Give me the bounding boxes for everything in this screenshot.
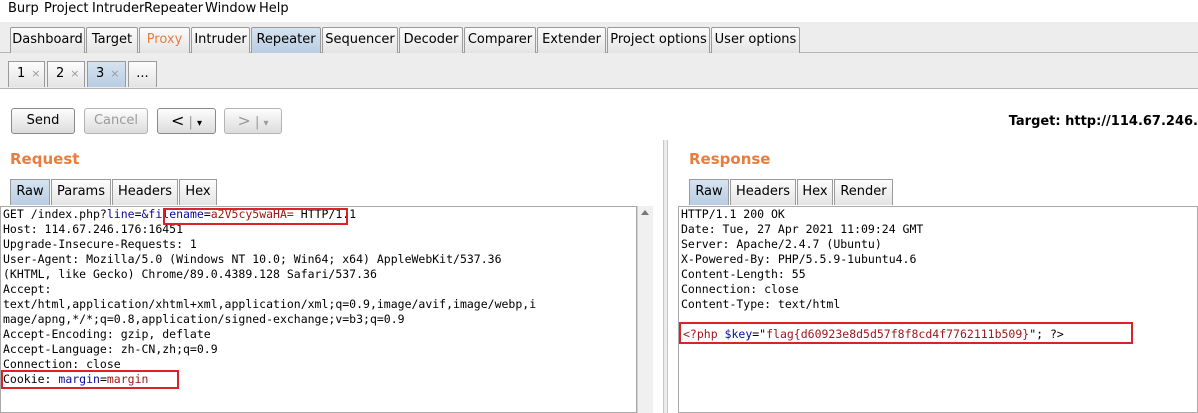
request-tab-headers[interactable]: Headers <box>112 179 178 205</box>
tab-project-options[interactable]: Project options <box>607 27 710 53</box>
dropdown-icon: ▾ <box>197 118 203 129</box>
split-pane-divider[interactable] <box>663 140 668 413</box>
cancel-button[interactable]: Cancel <box>84 108 148 134</box>
repeater-tab-2[interactable]: 2 × <box>47 61 85 87</box>
new-repeater-tab[interactable]: ... <box>128 61 157 87</box>
send-button[interactable]: Send <box>11 108 75 134</box>
tab-intruder[interactable]: Intruder <box>191 27 250 53</box>
response-tab-raw[interactable]: Raw <box>689 179 729 205</box>
response-tab-headers[interactable]: Headers <box>730 179 796 205</box>
repeater-tab-label: 1 <box>17 66 26 81</box>
tab-extender[interactable]: Extender <box>537 27 606 53</box>
forward-button[interactable]: > | ▾ <box>224 108 282 134</box>
repeater-tab-3[interactable]: 3 × <box>87 61 126 87</box>
menu-burp[interactable]: Burp <box>8 1 39 16</box>
cookie-highlight-box <box>1 370 179 389</box>
response-tab-hex[interactable]: Hex <box>797 179 833 205</box>
repeater-tab-bar <box>0 53 1198 89</box>
tab-comparer[interactable]: Comparer <box>464 27 536 53</box>
tab-proxy[interactable]: Proxy <box>139 27 190 53</box>
menu-window[interactable]: Window <box>205 1 256 16</box>
tab-dashboard[interactable]: Dashboard <box>10 27 85 53</box>
repeater-tab-label: 2 <box>56 66 65 81</box>
repeater-tab-1[interactable]: 1 × <box>8 61 45 87</box>
filename-highlight-box <box>163 208 348 225</box>
repeater-tab-label: 3 <box>96 66 105 81</box>
request-header-line: Accept: <box>3 282 52 296</box>
menu-bar: Burp Project Intruder Repeater Window He… <box>0 0 1198 20</box>
menu-project[interactable]: Project <box>44 1 88 16</box>
request-tab-raw[interactable]: Raw <box>10 179 50 205</box>
tab-decoder[interactable]: Decoder <box>399 27 463 53</box>
chevron-left-icon: < <box>170 111 185 130</box>
response-header-line: Content-Length: 55 <box>681 267 806 281</box>
back-button[interactable]: < | ▾ <box>157 108 216 134</box>
request-tab-params[interactable]: Params <box>51 179 111 205</box>
response-header-line: HTTP/1.1 200 OK <box>681 207 785 221</box>
response-header-line: Content-Type: text/html <box>681 297 841 311</box>
tab-sequencer[interactable]: Sequencer <box>322 27 398 53</box>
response-header-line: X-Powered-By: PHP/5.5.9-1ubuntu4.6 <box>681 252 917 266</box>
request-header-line: Accept-Encoding: gzip, deflate <box>3 327 211 341</box>
flag-highlight-box <box>679 322 1133 344</box>
menu-help[interactable]: Help <box>259 1 289 16</box>
scroll-up-icon[interactable] <box>641 210 649 215</box>
request-header-line: Accept-Language: zh-CN,zh;q=0.9 <box>3 342 218 356</box>
request-title: Request <box>10 150 80 168</box>
request-header-line: mage/apng,*/*;q=0.8,application/signed-e… <box>3 312 405 326</box>
request-header-line: Upgrade-Insecure-Requests: 1 <box>3 237 197 251</box>
menu-repeater[interactable]: Repeater <box>144 1 203 16</box>
tab-repeater[interactable]: Repeater <box>251 27 321 53</box>
request-scrollbar[interactable] <box>637 206 653 413</box>
request-tab-hex[interactable]: Hex <box>179 179 217 205</box>
close-icon[interactable]: × <box>31 67 40 80</box>
response-tab-render[interactable]: Render <box>834 179 893 205</box>
request-header-line: text/html,application/xhtml+xml,applicat… <box>3 297 537 311</box>
dropdown-icon: ▾ <box>263 118 269 129</box>
tab-target[interactable]: Target <box>86 27 138 53</box>
menu-intruder[interactable]: Intruder <box>92 1 144 16</box>
close-icon[interactable]: × <box>70 67 79 80</box>
tab-user-options[interactable]: User options <box>711 27 800 53</box>
chevron-right-icon: > <box>237 111 251 130</box>
response-header-line: Date: Tue, 27 Apr 2021 11:09:24 GMT <box>681 222 924 236</box>
request-header-line: User-Agent: Mozilla/5.0 (Windows NT 10.0… <box>3 252 502 266</box>
response-title: Response <box>689 150 771 168</box>
request-header-line: (KHTML, like Gecko) Chrome/89.0.4389.128… <box>3 267 377 281</box>
close-icon[interactable]: × <box>110 67 119 80</box>
response-editor[interactable]: HTTP/1.1 200 OK Date: Tue, 27 Apr 2021 1… <box>678 206 1198 413</box>
response-header-line: Connection: close <box>681 282 799 296</box>
target-label[interactable]: Target: http://114.67.246. <box>1009 114 1198 129</box>
response-header-line: Server: Apache/2.4.7 (Ubuntu) <box>681 237 882 251</box>
